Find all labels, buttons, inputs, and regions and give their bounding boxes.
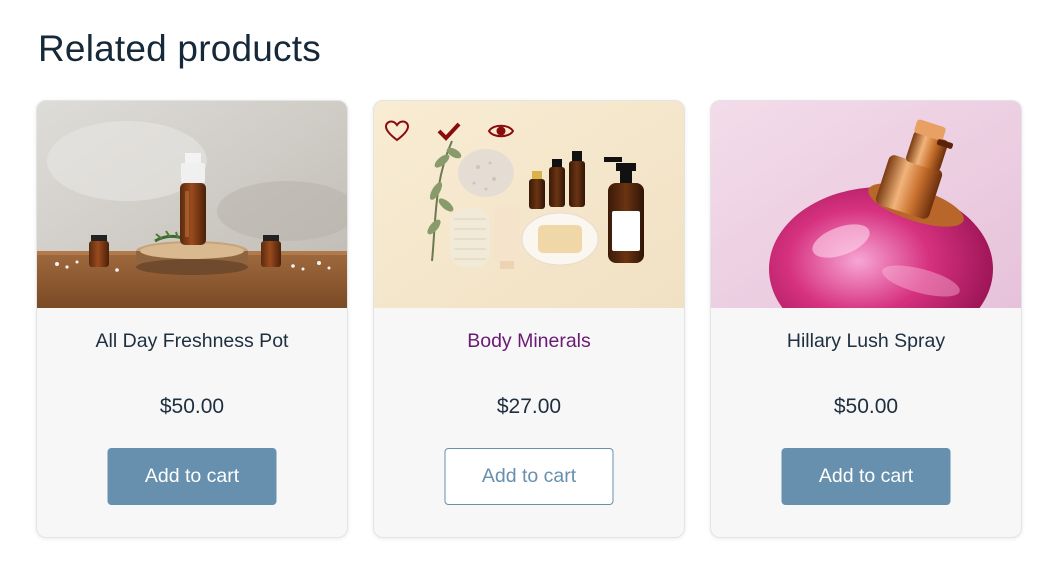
product-price: $50.00 xyxy=(833,395,899,418)
product-card: Body Minerals $27.00 Add to cart xyxy=(373,100,685,538)
product-image-link[interactable] xyxy=(37,101,347,308)
add-to-cart-button[interactable]: Add to cart xyxy=(107,448,277,505)
product-name-link[interactable]: Hillary Lush Spray xyxy=(711,330,1021,353)
product-name-link[interactable]: Body Minerals xyxy=(374,330,684,353)
add-to-cart-button[interactable]: Add to cart xyxy=(444,448,614,505)
heart-icon[interactable] xyxy=(384,119,410,143)
section-title: Related products xyxy=(38,28,321,69)
essential-oil-bottles-image xyxy=(37,101,347,308)
product-card: All Day Freshness Pot $50.00 Add to cart xyxy=(36,100,348,538)
pink-perfume-bottle-image xyxy=(711,101,1021,308)
eye-icon[interactable] xyxy=(488,119,514,143)
product-price: $50.00 xyxy=(159,395,225,418)
product-grid: All Day Freshness Pot $50.00 Add to cart xyxy=(36,100,1022,538)
add-to-cart-button[interactable]: Add to cart xyxy=(781,448,951,505)
quick-actions xyxy=(384,119,514,143)
product-price: $27.00 xyxy=(496,395,562,418)
product-name-link[interactable]: All Day Freshness Pot xyxy=(37,330,347,353)
product-image-link[interactable] xyxy=(711,101,1021,308)
product-image-link[interactable] xyxy=(374,101,684,308)
check-icon[interactable] xyxy=(436,119,462,143)
product-card: Hillary Lush Spray $50.00 Add to cart xyxy=(710,100,1022,538)
